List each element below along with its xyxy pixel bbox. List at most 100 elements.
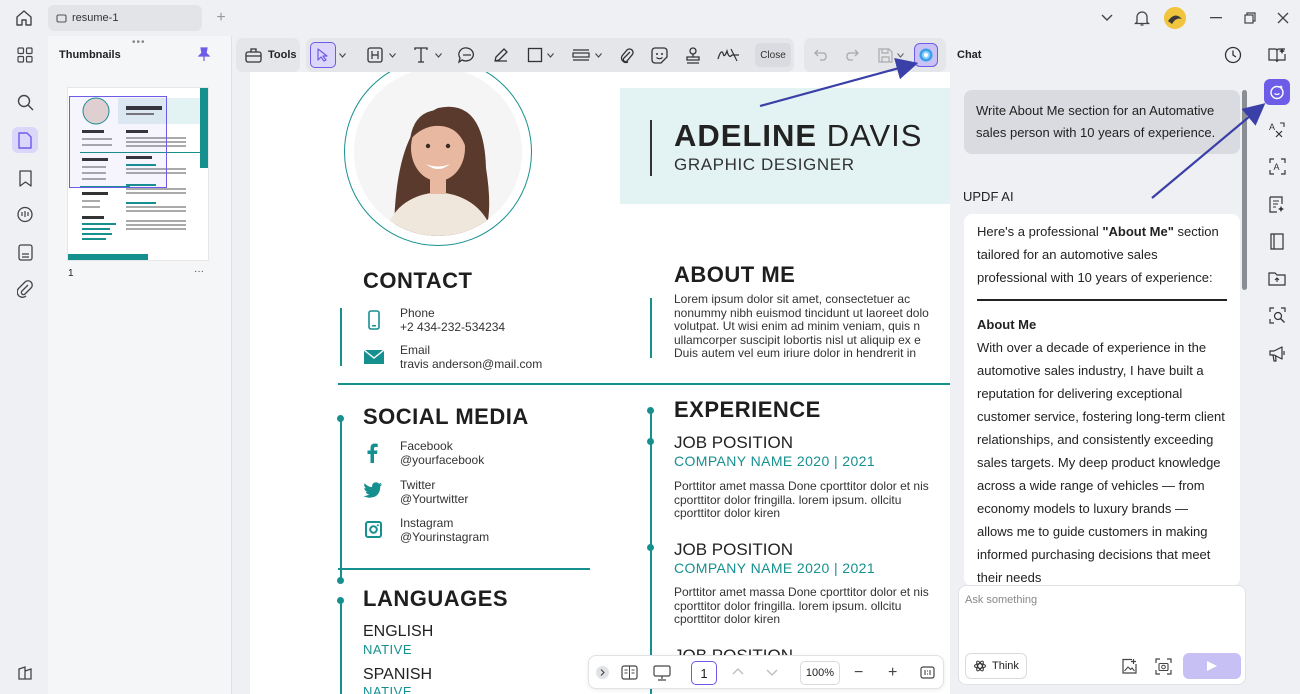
thumbnails-icon[interactable] xyxy=(12,127,38,153)
textbox-icon[interactable] xyxy=(364,44,386,66)
chevron-down-icon[interactable] xyxy=(434,44,442,66)
more-icon[interactable]: ··· xyxy=(194,266,204,277)
drag-handle[interactable]: ••• xyxy=(132,37,146,48)
measure-icon[interactable] xyxy=(570,44,592,66)
document-tab[interactable]: resume-1 xyxy=(48,5,202,31)
book-icon[interactable] xyxy=(1264,42,1290,68)
think-button[interactable]: Think xyxy=(965,653,1027,679)
megaphone-icon[interactable] xyxy=(1264,340,1290,366)
job-line: cporttitor dolor kiren xyxy=(674,612,781,627)
ai-body: With over a decade of experience in the … xyxy=(977,339,1225,585)
facebook-icon xyxy=(367,443,378,463)
collapse-icon[interactable] xyxy=(596,666,609,679)
signature-icon[interactable] xyxy=(716,44,742,66)
translate-icon[interactable]: A xyxy=(1264,116,1290,142)
new-tab-icon[interactable]: + xyxy=(212,9,230,27)
bell-icon[interactable] xyxy=(1132,8,1152,28)
chat-scrollbar[interactable] xyxy=(1242,90,1247,290)
save-icon[interactable] xyxy=(874,44,896,66)
job-line: cporttitor dolor fringilla. lorem ipsum.… xyxy=(674,598,902,613)
home-icon[interactable] xyxy=(14,8,34,28)
close-button[interactable]: Close xyxy=(755,43,791,67)
chevron-down-icon[interactable] xyxy=(338,44,346,66)
chat-input-box: Ask something Think xyxy=(958,585,1246,685)
search-icon[interactable] xyxy=(12,89,38,115)
chevron-down-icon[interactable] xyxy=(594,44,602,66)
banner-divider xyxy=(650,120,652,176)
tools-label: Tools xyxy=(268,49,297,61)
social-timeline xyxy=(340,418,342,582)
attachment-icon[interactable] xyxy=(12,276,38,302)
job-1-company: COMPANY NAME 2020 | 2021 xyxy=(674,453,876,469)
section-divider xyxy=(338,568,590,570)
next-page-icon[interactable] xyxy=(766,669,778,676)
job-title: GRAPHIC DESIGNER xyxy=(674,155,855,174)
viewport-indicator[interactable] xyxy=(69,96,167,188)
previous-page-icon[interactable] xyxy=(732,668,744,675)
scan-search-icon[interactable] xyxy=(1264,302,1290,328)
pin-icon[interactable] xyxy=(198,47,210,62)
presentation-icon[interactable] xyxy=(653,665,671,681)
toolbar: Tools Close xyxy=(236,38,948,72)
rectangle-icon[interactable] xyxy=(524,44,546,66)
screenshot-icon[interactable] xyxy=(1155,658,1172,675)
instagram-label: Instagram xyxy=(400,516,454,530)
close-icon[interactable] xyxy=(1273,8,1293,28)
chat-input[interactable]: Ask something xyxy=(965,594,1037,606)
send-button[interactable] xyxy=(1183,653,1241,679)
about-divider xyxy=(650,298,652,358)
ai-intro-text: Here's a professional xyxy=(977,224,1103,239)
page-thumbnail[interactable] xyxy=(68,88,208,260)
comment-bubble-icon[interactable] xyxy=(456,44,478,66)
text-icon[interactable] xyxy=(410,44,432,66)
comment-icon[interactable] xyxy=(12,202,38,228)
export-folder-icon[interactable] xyxy=(1264,265,1290,291)
bookmark-icon[interactable] xyxy=(12,165,38,191)
reading-mode-icon[interactable] xyxy=(621,665,638,680)
actual-size-icon[interactable] xyxy=(920,666,935,679)
pencil-icon[interactable] xyxy=(490,44,512,66)
chat-panel: Chat Write About Me section for an Autom… xyxy=(950,36,1256,694)
summarize-icon[interactable] xyxy=(1264,191,1290,217)
chevron-down-icon[interactable] xyxy=(1098,9,1116,27)
tools-button[interactable]: Tools xyxy=(236,38,300,72)
language-2-level: NATIVE xyxy=(363,684,412,694)
edit-history-group xyxy=(804,38,946,72)
restore-icon[interactable] xyxy=(1240,8,1260,28)
job-line: cporttitor dolor fringilla. lorem ipsum.… xyxy=(674,492,902,507)
zoom-level[interactable]: 100% xyxy=(800,661,840,685)
sticker-icon[interactable] xyxy=(648,44,670,66)
resume-name: ADELINE DAVIS xyxy=(674,118,922,154)
select-cursor-icon[interactable] xyxy=(310,42,336,68)
minimize-icon[interactable] xyxy=(1206,8,1226,28)
thumbnails-panel: ••• Thumbnails 1 ··· xyxy=(48,36,232,694)
grid-icon[interactable] xyxy=(12,42,38,68)
ai-chat-icon[interactable] xyxy=(1264,79,1290,105)
add-image-icon[interactable] xyxy=(1121,658,1138,675)
svg-text:A: A xyxy=(1273,162,1279,172)
undo-icon[interactable] xyxy=(810,44,832,66)
page-number-input[interactable]: 1 xyxy=(691,661,717,685)
chevron-down-icon[interactable] xyxy=(546,44,554,66)
left-rail xyxy=(0,36,48,694)
panel-toggle-icon[interactable] xyxy=(12,660,38,686)
contact-heading: CONTACT xyxy=(363,268,473,293)
reader-icon[interactable] xyxy=(1264,228,1290,254)
job-1-title: JOB POSITION xyxy=(674,433,794,452)
storage-icon[interactable] xyxy=(12,239,38,265)
ai-assistant-icon[interactable] xyxy=(914,43,938,67)
chevron-down-icon[interactable] xyxy=(388,44,396,66)
job-line: Porttitor amet massa Done cporttitor dol… xyxy=(674,585,929,599)
zoom-out-icon[interactable]: − xyxy=(854,665,863,681)
facebook-label: Facebook xyxy=(400,439,453,453)
right-rail: A A xyxy=(1256,36,1300,694)
ocr-icon[interactable]: A xyxy=(1264,153,1290,179)
history-icon[interactable] xyxy=(1224,46,1242,64)
paperclip-icon[interactable] xyxy=(616,44,638,66)
zoom-in-icon[interactable]: + xyxy=(888,665,897,681)
stamp-icon[interactable] xyxy=(682,44,704,66)
redo-icon[interactable] xyxy=(840,44,862,66)
avatar[interactable] xyxy=(1164,7,1186,29)
chevron-down-icon[interactable] xyxy=(896,44,904,66)
job-line: cporttitor dolor kiren xyxy=(674,506,781,521)
